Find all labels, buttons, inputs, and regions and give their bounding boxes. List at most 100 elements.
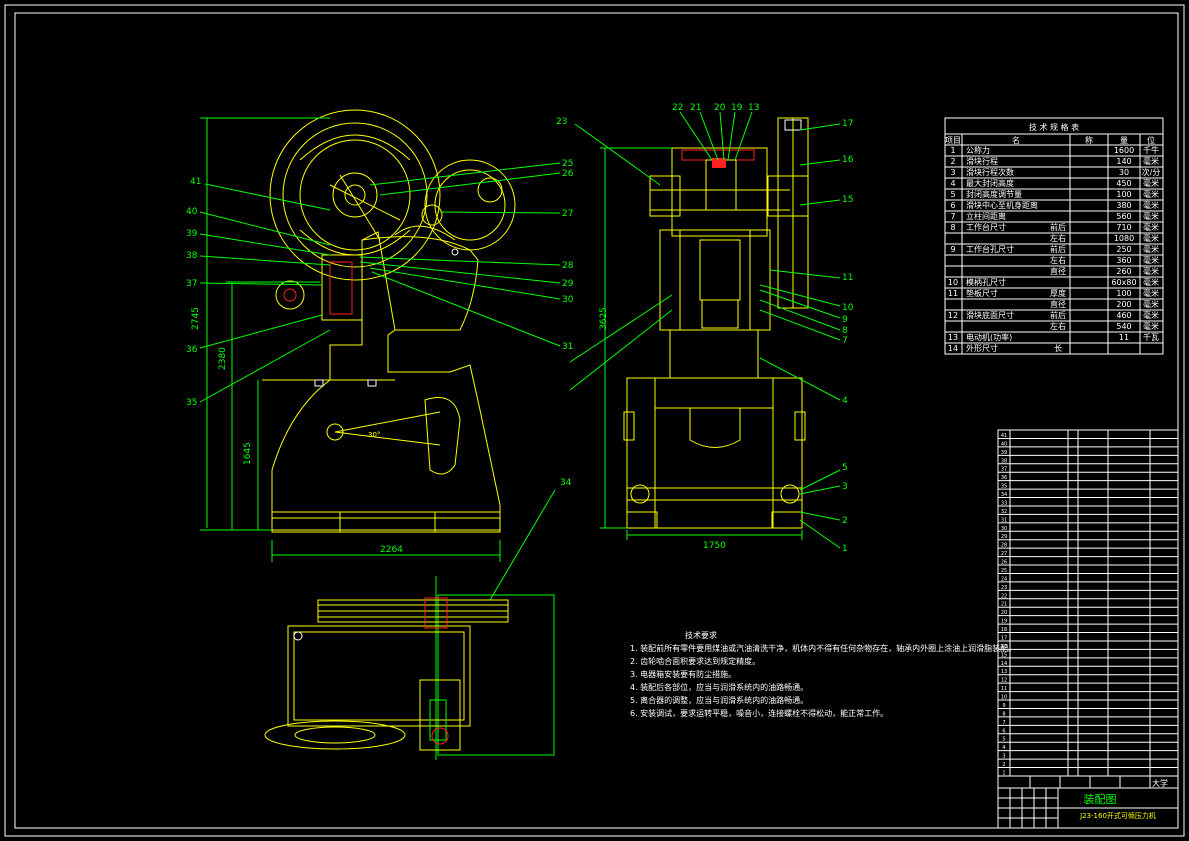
parts-row-number: 30 bbox=[1001, 526, 1007, 532]
cad-drawing: 30° 2264 2745 2380 1645 41 40 39 38 37 3… bbox=[4, 4, 1185, 837]
spec-cell: 250 bbox=[1116, 245, 1131, 254]
spec-header-cell: 位 bbox=[1147, 135, 1155, 145]
spec-cell: 毫米 bbox=[1143, 156, 1159, 166]
callout-2: 2 bbox=[842, 516, 848, 526]
spec-cell: 11 bbox=[1119, 333, 1129, 342]
parts-row-number: 18 bbox=[1001, 627, 1007, 633]
callout-31: 31 bbox=[562, 342, 573, 352]
spec-header-cell: 称 bbox=[1085, 135, 1093, 145]
spec-cell: 60x80 bbox=[1111, 278, 1136, 287]
callout-35: 35 bbox=[186, 398, 197, 408]
spec-cell: 100 bbox=[1116, 289, 1131, 298]
tech-req-5: 5. 离合器的调整，应当与润滑系统内的油路畅通。 bbox=[630, 695, 808, 705]
tech-req-1: 1. 装配前所有零件要用煤油或汽油清洗干净，机体内不得有任何杂物存在，轴承内外圈… bbox=[630, 643, 1016, 653]
parts-row-number: 39 bbox=[1001, 450, 1007, 456]
spec-cell: 200 bbox=[1116, 300, 1131, 309]
spec-cell: 5 bbox=[950, 190, 955, 199]
spec-cell: 滑块行程次数 bbox=[966, 167, 1014, 177]
parts-row-number: 14 bbox=[1001, 661, 1007, 667]
spec-cell: 12 bbox=[948, 311, 958, 320]
spec-cell: 毫米 bbox=[1143, 211, 1159, 221]
parts-row-number: 25 bbox=[1001, 568, 1007, 574]
parts-row-number: 16 bbox=[1001, 644, 1007, 650]
spec-cell: 13 bbox=[948, 333, 958, 342]
spec-cell: 710 bbox=[1116, 223, 1131, 232]
spec-cell: 电动机(功率) bbox=[966, 332, 1012, 342]
spec-cell: 直径 bbox=[1050, 266, 1066, 276]
callout-7: 7 bbox=[842, 336, 848, 346]
spec-cell: 封闭高度调节量 bbox=[966, 189, 1022, 199]
callout-37: 37 bbox=[186, 279, 197, 289]
spec-cell: 1080 bbox=[1114, 234, 1134, 243]
parts-row-number: 24 bbox=[1001, 576, 1007, 582]
spec-cell: 工作台尺寸 bbox=[966, 222, 1006, 232]
parts-row-number: 19 bbox=[1001, 619, 1007, 625]
spec-cell: 毫米 bbox=[1143, 266, 1159, 276]
spec-cell: 260 bbox=[1116, 267, 1131, 276]
spec-cell: 10 bbox=[948, 278, 958, 287]
spec-cell: 100 bbox=[1116, 190, 1131, 199]
drawing-name: 装配图 bbox=[1084, 793, 1117, 806]
tech-req-4: 4. 装配后各部位，应当与润滑系统内的油路畅通。 bbox=[630, 682, 808, 692]
spec-cell: 厚度 bbox=[1050, 288, 1066, 298]
spec-cell: 14 bbox=[948, 344, 958, 353]
parts-row-number: 6 bbox=[1002, 728, 1005, 734]
dim-height-side: 3625 bbox=[599, 307, 609, 330]
spec-header-cell: 名 bbox=[1012, 135, 1020, 145]
parts-row-number: 36 bbox=[1001, 475, 1007, 481]
parts-row-number: 31 bbox=[1001, 517, 1007, 523]
parts-row-number: 9 bbox=[1002, 703, 1005, 709]
dim-width-side: 1750 bbox=[703, 541, 726, 551]
spec-cell: 140 bbox=[1116, 157, 1131, 166]
spec-cell: 前后 bbox=[1050, 310, 1066, 320]
callout-18-top: 13 bbox=[748, 103, 759, 113]
spec-cell: 公称力 bbox=[966, 145, 990, 155]
parts-row-number: 4 bbox=[1002, 745, 1005, 751]
spec-cell: 左右 bbox=[1050, 255, 1066, 265]
spec-cell: 540 bbox=[1116, 322, 1131, 331]
parts-row-number: 40 bbox=[1001, 441, 1007, 447]
parts-row-number: 34 bbox=[1001, 492, 1007, 498]
callout-11: 11 bbox=[842, 273, 853, 283]
tech-requirements: 技术要求 1. 装配前所有零件要用煤油或汽油清洗干净，机体内不得有任何杂物存在，… bbox=[630, 630, 1016, 718]
callout-3: 3 bbox=[842, 482, 848, 492]
spec-table: 技 术 规 格 表 项目 名 称 量 位 1 公称力 1600 千牛 2 滑块行程 140 毫米 3 滑块行… bbox=[944, 117, 1164, 355]
spec-cell: 30 bbox=[1119, 168, 1129, 177]
spec-cell: 毫米 bbox=[1143, 277, 1159, 287]
spec-cell: 次/分 bbox=[1142, 167, 1161, 177]
spec-cell: 左右 bbox=[1050, 321, 1066, 331]
tech-req-title: 技术要求 bbox=[685, 630, 717, 640]
spec-cell: 模柄孔尺寸 bbox=[966, 277, 1006, 287]
parts-row-number: 10 bbox=[1001, 695, 1007, 701]
callout-36: 36 bbox=[186, 345, 198, 355]
callout-10: 10 bbox=[842, 303, 854, 313]
parts-row-number: 8 bbox=[1002, 711, 1005, 717]
spec-cell: 滑块中心至机身距离 bbox=[966, 200, 1038, 210]
callout-38: 38 bbox=[186, 251, 198, 261]
spec-cell: 垫板尺寸 bbox=[966, 288, 998, 298]
spec-cell: 7 bbox=[950, 212, 955, 221]
parts-row-number: 32 bbox=[1001, 509, 1007, 515]
spec-cell: 千牛 bbox=[1143, 145, 1159, 155]
callout-8: 8 bbox=[842, 326, 848, 336]
spec-cell: 360 bbox=[1116, 256, 1131, 265]
callout-19: 19 bbox=[731, 103, 743, 113]
parts-row-number: 35 bbox=[1001, 484, 1007, 490]
spec-cell: 千瓦 bbox=[1143, 332, 1159, 342]
spec-cell: 450 bbox=[1116, 179, 1131, 188]
parts-row-number: 41 bbox=[1001, 433, 1007, 439]
callout-26: 26 bbox=[562, 169, 574, 179]
tech-req-3: 3. 电器箱安装要有防尘措施。 bbox=[630, 669, 736, 679]
spec-cell: 560 bbox=[1116, 212, 1131, 221]
spec-cell: 1 bbox=[950, 146, 955, 155]
spec-header-cell: 项目 bbox=[945, 136, 961, 145]
spec-cell: 9 bbox=[950, 245, 955, 254]
spec-cell: 前后 bbox=[1050, 244, 1066, 254]
spec-cell: 毫米 bbox=[1143, 255, 1159, 265]
spec-cell: 毫米 bbox=[1143, 244, 1159, 254]
dim-height-2: 2380 bbox=[218, 347, 228, 370]
callout-4: 4 bbox=[842, 396, 848, 406]
tech-req-6: 6. 安装调试，要求运转平稳，噪音小，连接螺栓不得松动，能正常工作。 bbox=[630, 708, 888, 718]
parts-row-number: 27 bbox=[1001, 551, 1007, 557]
spec-cell: 左右 bbox=[1050, 233, 1066, 243]
